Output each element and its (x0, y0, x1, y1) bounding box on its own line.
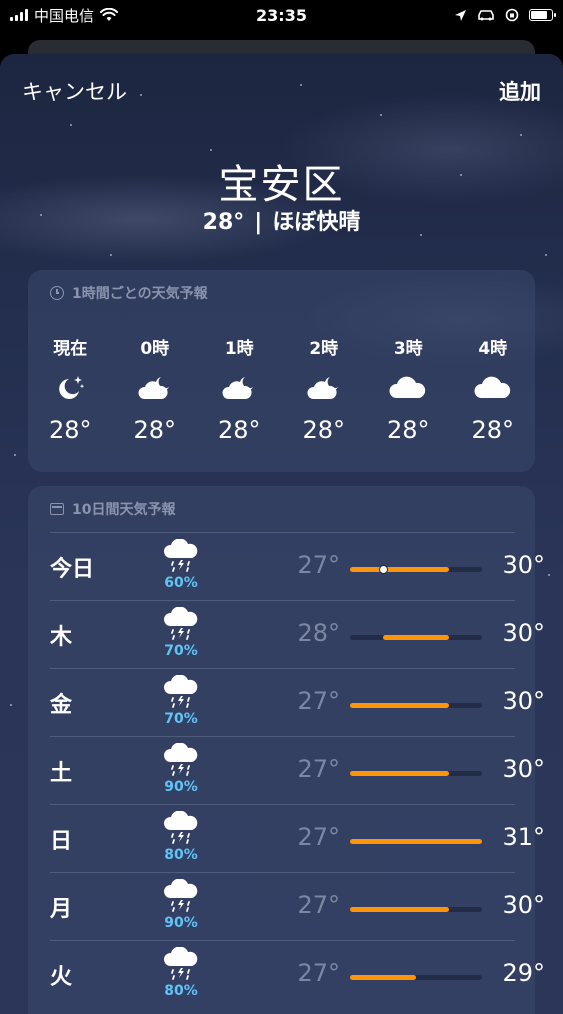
temp-range-fill (350, 703, 449, 708)
status-time: 23:35 (256, 5, 307, 25)
hour-temp: 28° (48, 416, 92, 444)
thunderstorm-rain-icon (162, 606, 202, 641)
low-temp: 27° (297, 687, 340, 715)
high-temp: 30° (502, 619, 545, 647)
hourly-item: 現在 28° (28, 334, 113, 446)
temp-range-fill (350, 975, 416, 980)
temp-range-bar (350, 565, 482, 574)
thunderstorm-rain-icon (162, 878, 202, 913)
calendar-icon (50, 503, 64, 515)
precip-chance: 70% (164, 711, 198, 727)
add-button[interactable]: 追加 (499, 76, 541, 106)
status-bar: 中国电信 23:35 (0, 0, 563, 30)
low-temp: 27° (297, 755, 340, 783)
high-temp: 30° (502, 687, 545, 715)
current-conditions: 28° | ほぼ快晴 (202, 210, 361, 235)
hour-temp: 28° (471, 416, 515, 444)
moon-stars-icon (28, 360, 113, 416)
hour-label: 1時 (224, 339, 254, 359)
low-temp: 27° (297, 551, 340, 579)
hour-label: 現在 (53, 339, 88, 359)
daily-row[interactable]: 土 90% 27° 30° (50, 736, 545, 805)
high-temp: 31° (502, 823, 545, 851)
hour-temp: 28° (133, 416, 177, 444)
hourly-item: 0時 28° (113, 334, 198, 446)
current-temp: 28° (202, 210, 245, 235)
city-name: 宝安区 (218, 162, 345, 208)
cloud-moon-icon (282, 360, 367, 416)
current-temp-dot (378, 565, 388, 574)
clock-icon (50, 286, 64, 300)
day-name: 土 (50, 761, 73, 786)
battery-icon (529, 9, 556, 21)
precip-chance: 90% (164, 779, 198, 795)
temp-range-bar (350, 907, 482, 912)
thunderstorm-rain-icon (162, 742, 202, 777)
high-temp: 29° (502, 959, 545, 987)
daily-row[interactable]: 今日 60% 27° 30° (50, 532, 545, 601)
daily-row[interactable]: 金 70% 27° 30° (50, 668, 545, 737)
temp-range-bar (350, 635, 482, 640)
hourly-forecast-card[interactable]: 1時間ごとの天気予報 現在 28° 0時 28° 1時 28° 2時 28° 3時 28° 4時 28… (28, 270, 535, 472)
daily-row[interactable]: 木 70% 28° 30° (50, 600, 545, 669)
temp-range-fill (350, 839, 482, 844)
cloud-moon-icon (197, 360, 282, 416)
daily-forecast-card[interactable]: 10日間天気予報 今日 60% 27° 30° 木 70% 28° 30° 金 70% 27° 30°… (28, 486, 545, 1014)
hourly-item: 3時 28° (366, 334, 451, 446)
high-temp: 30° (502, 755, 545, 783)
precip-chance: 80% (164, 847, 198, 863)
hourly-item: 4時 28° (451, 334, 536, 446)
cloud-icon (451, 360, 536, 416)
hourly-item: 1時 28° (197, 334, 282, 446)
day-name: 日 (50, 829, 73, 854)
precip-chance: 80% (164, 983, 198, 999)
temp-range-fill (350, 567, 449, 572)
cloud-icon (366, 360, 451, 416)
temp-range-bar (350, 703, 482, 708)
low-temp: 27° (297, 891, 340, 919)
high-temp: 30° (502, 551, 545, 579)
weather-preview-sheet: キャンセル 追加 宝安区 28° | ほぼ快晴 1時間ごとの天気予報 現在 28° 0時… (0, 54, 563, 1014)
hour-label: 2時 (309, 339, 339, 359)
hour-temp: 28° (217, 416, 261, 444)
temp-range-fill (350, 907, 449, 912)
cloud-moon-icon (113, 360, 198, 416)
precip-chance: 70% (164, 643, 198, 659)
temp-range-fill (350, 771, 449, 776)
day-name: 金 (50, 693, 73, 718)
hourly-item: 2時 28° (282, 334, 367, 446)
daily-row[interactable]: 日 80% 27° 31° (50, 804, 545, 873)
temp-range-bar (350, 771, 482, 776)
hour-temp: 28° (302, 416, 346, 444)
thunderstorm-rain-icon (162, 946, 202, 981)
hourly-header: 1時間ごとの天気予報 (72, 286, 208, 302)
current-condition: ほぼ快晴 (272, 210, 361, 235)
day-name: 月 (50, 897, 73, 922)
daily-header: 10日間天気予報 (72, 502, 176, 518)
cancel-button[interactable]: キャンセル (22, 76, 127, 106)
precip-chance: 60% (164, 575, 198, 591)
hour-temp: 28° (386, 416, 430, 444)
low-temp: 28° (297, 619, 340, 647)
temp-range-bar (350, 839, 482, 844)
day-name: 今日 (50, 557, 95, 582)
day-name: 木 (50, 625, 73, 650)
high-temp: 30° (502, 891, 545, 919)
low-temp: 27° (297, 959, 340, 987)
thunderstorm-rain-icon (162, 810, 202, 845)
thunderstorm-rain-icon (162, 538, 202, 573)
temp-range-fill (383, 635, 449, 640)
hour-label: 3時 (393, 339, 423, 359)
daily-row[interactable]: 月 90% 27° 30° (50, 872, 545, 941)
day-name: 火 (50, 965, 73, 990)
precip-chance: 90% (164, 915, 198, 931)
hour-label: 4時 (478, 339, 508, 359)
low-temp: 27° (297, 823, 340, 851)
daily-row[interactable]: 火 80% 27° 29° (50, 940, 545, 1009)
thunderstorm-rain-icon (162, 674, 202, 709)
hour-label: 0時 (140, 339, 170, 359)
temp-range-bar (350, 975, 482, 980)
